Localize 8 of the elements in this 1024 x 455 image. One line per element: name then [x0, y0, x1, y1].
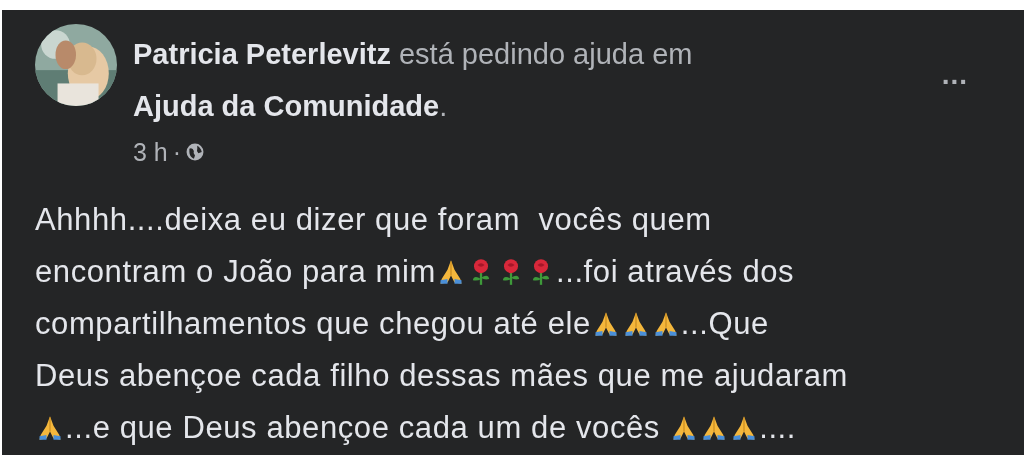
timestamp-link[interactable]: 3 h: [133, 137, 168, 167]
separator-text: ·: [172, 137, 182, 167]
post-body-text: Ahhhh....deixa eu dizer que foram vocês quem encontram o João para mim ...foi através dos compartilhamentos que chegou até ele ...Que Deus abençoe cada filho dessas mães que me ajudaram ...e que Deus abençoe cada um de vocês ....: [35, 201, 849, 447]
more-options-button[interactable]: ...: [941, 60, 968, 90]
author-link[interactable]: Patricia Peterlevitz: [133, 38, 391, 70]
globe-icon: [186, 143, 205, 161]
post-header-text: Patricia Peterlevitz está pedindo ajuda em Ajuda da Comunidade.: [133, 37, 694, 124]
group-link[interactable]: Ajuda da Comunidade: [133, 90, 440, 122]
